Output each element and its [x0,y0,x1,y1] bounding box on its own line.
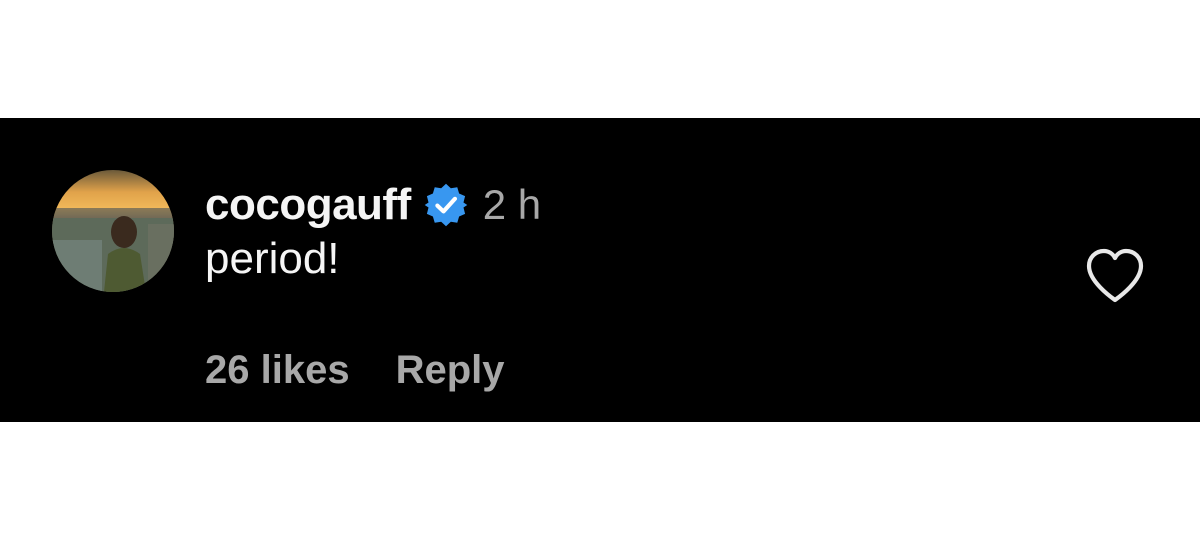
comment-body: cocogauff 2 h period! [205,180,541,284]
heart-outline-icon[interactable] [1083,246,1147,306]
verified-badge-icon [424,183,468,227]
username-link[interactable]: cocogauff [205,180,411,230]
timestamp: 2 h [482,181,542,228]
page: cocogauff 2 h period! 26 likes Reply [0,0,1200,540]
likes-count[interactable]: 26 likes [205,346,350,394]
comment-header: cocogauff 2 h [205,180,541,230]
avatar[interactable] [52,170,174,292]
comment-item: cocogauff 2 h period! 26 likes Reply [0,118,1200,422]
comment-meta: 26 likes Reply [205,346,505,394]
reply-button[interactable]: Reply [396,346,505,394]
comment-text: period! [205,234,340,283]
